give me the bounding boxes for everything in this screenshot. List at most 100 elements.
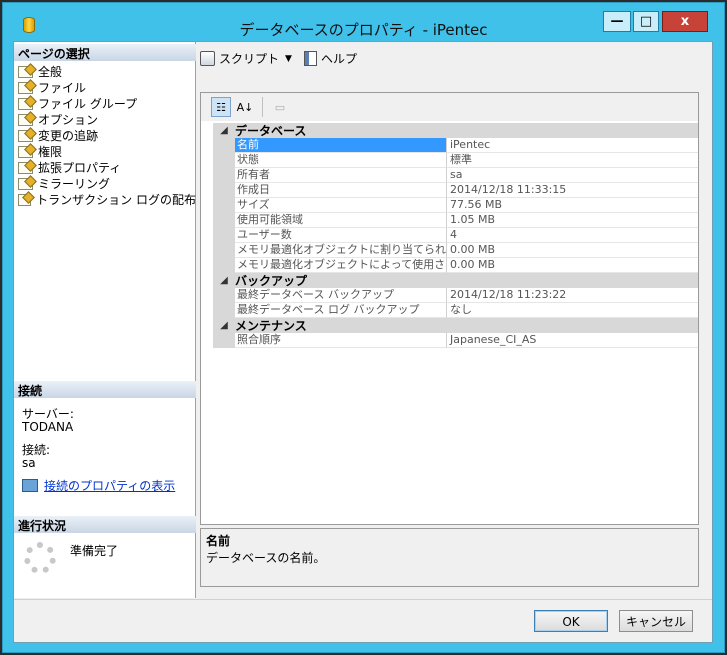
description-text: データベースの名前。 [206,551,326,565]
property-row[interactable]: サイズ 77.56 MB [213,198,698,213]
help-icon [303,51,317,66]
page-item[interactable]: 変更の追跡 [14,128,196,144]
property-name[interactable]: 所有者 [235,168,447,183]
ok-button[interactable]: OK [534,610,608,632]
property-value[interactable]: 1.05 MB [447,213,698,228]
page-item[interactable]: ファイル グループ [14,96,196,112]
property-name[interactable]: 最終データベース バックアップ [235,288,447,303]
property-name[interactable]: 最終データベース ログ バックアップ [235,303,447,318]
row-margin [213,333,235,348]
page-item[interactable]: 権限 [14,144,196,160]
dialog-window: データベースのプロパティ - iPentec — □ x ページの選択 全般 ファ… [2,2,725,653]
row-margin [213,138,235,153]
row-margin [213,228,235,243]
property-name[interactable]: 使用可能領域 [235,213,447,228]
property-row[interactable]: 最終データベース バックアップ 2014/12/18 11:23:22 [213,288,698,303]
category-row[interactable]: ◢ データベース [213,123,698,138]
script-icon [200,51,215,66]
property-name[interactable]: メモリ最適化オブジェクトに割り当てられたメモ! [235,243,447,258]
categorized-icon[interactable]: ☷ [211,97,231,117]
left-panel: ページの選択 全般 ファイル ファイル グループ オプション 変更の追跡 権限 拡張プロパテ… [14,42,196,598]
row-margin [213,183,235,198]
property-row[interactable]: 照合順序 Japanese_CI_AS [213,333,698,348]
alphabetical-icon[interactable]: A↓ [235,97,255,117]
page-item[interactable]: 拡張プロパティ [14,160,196,176]
property-rows: ◢ データベース 名前 iPentec 状態 標準 所有者 sa 作成日 2014/12/18 1… [213,123,698,348]
progress-status: 準備完了 [70,544,119,558]
page-icon [18,162,33,174]
category-row[interactable]: ◢ メンテナンス [213,318,698,333]
collapse-icon[interactable]: ◢ [213,320,235,331]
property-row[interactable]: ユーザー数 4 [213,228,698,243]
button-bar: OK キャンセル [14,599,712,642]
script-button[interactable]: スクリプト ▼ [200,50,298,67]
page-item[interactable]: ミラーリング [14,176,196,192]
property-value[interactable]: 2014/12/18 11:33:15 [447,183,698,198]
property-row[interactable]: 最終データベース ログ バックアップ なし [213,303,698,318]
help-label: ヘルプ [320,52,357,66]
title-bar[interactable]: データベースのプロパティ - iPentec — □ x [3,3,724,39]
toolbar-separator [262,97,263,117]
property-value[interactable]: 0.00 MB [447,243,698,258]
property-value[interactable]: 2014/12/18 11:23:22 [447,288,698,303]
page-item[interactable]: ファイル [14,80,196,96]
page-item-label: ファイル [38,81,87,95]
connection-properties-link[interactable]: 接続のプロパティの表示 [44,477,175,494]
collapse-icon[interactable]: ◢ [213,125,235,136]
property-row[interactable]: メモリ最適化オブジェクトによって使用されるメ:0.00 MB [213,258,698,273]
page-icon [18,194,32,206]
row-margin [213,213,235,228]
property-value[interactable]: iPentec [447,138,698,153]
maximize-button[interactable]: □ [633,11,659,32]
row-margin [213,243,235,258]
property-name[interactable]: サイズ [235,198,447,213]
page-item[interactable]: オプション [14,112,196,128]
category-row[interactable]: ◢ バックアップ [213,273,698,288]
property-name[interactable]: メモリ最適化オブジェクトによって使用されるメ: [235,258,447,273]
property-grid-toolbar: ☷ A↓ ▭ [201,93,698,121]
page-item-label: 全般 [38,65,63,79]
property-row[interactable]: メモリ最適化オブジェクトに割り当てられたメモ!0.00 MB [213,243,698,258]
property-value[interactable]: 標準 [447,153,698,168]
property-value[interactable]: なし [447,303,698,318]
description-title: 名前 [206,534,231,548]
property-name[interactable]: 照合順序 [235,333,447,348]
category-label: バックアップ [235,274,308,288]
page-item-label: トランザクション ログの配布 [36,193,196,207]
property-grid: ☷ A↓ ▭ ◢ データベース 名前 iPentec 状態 標準 所有者 sa 作成日 2014/… [200,92,699,525]
row-margin [213,288,235,303]
page-item[interactable]: トランザクション ログの配布 [14,192,196,208]
property-row[interactable]: 使用可能領域 1.05 MB [213,213,698,228]
row-margin [213,198,235,213]
help-button[interactable]: ヘルプ [303,50,357,67]
page-icon [18,178,33,190]
property-value[interactable]: 77.56 MB [447,198,698,213]
property-pages-icon[interactable]: ▭ [270,97,290,117]
property-row[interactable]: 状態 標準 [213,153,698,168]
row-margin [213,258,235,273]
main-toolbar: スクリプト ▼ ヘルプ [200,50,357,67]
property-value[interactable]: Japanese_CI_AS [447,333,698,348]
progress-header: 進行状況 [14,516,196,533]
property-value[interactable]: 4 [447,228,698,243]
property-row[interactable]: 作成日 2014/12/18 11:33:15 [213,183,698,198]
connection-properties-link-row[interactable]: 接続のプロパティの表示 [22,477,175,494]
script-dropdown-icon[interactable]: ▼ [285,54,292,64]
property-name[interactable]: 名前 [235,138,447,153]
page-item-label: 権限 [38,145,63,159]
property-name[interactable]: 作成日 [235,183,447,198]
property-name[interactable]: ユーザー数 [235,228,447,243]
property-value[interactable]: 0.00 MB [447,258,698,273]
page-item[interactable]: 全般 [14,64,196,80]
minimize-button[interactable]: — [603,11,631,32]
page-icon [18,130,33,142]
close-button[interactable]: x [662,11,708,32]
property-value[interactable]: sa [447,168,698,183]
cancel-button[interactable]: キャンセル [619,610,693,632]
property-name[interactable]: 状態 [235,153,447,168]
category-label: データベース [235,124,307,138]
collapse-icon[interactable]: ◢ [213,275,235,286]
property-row[interactable]: 名前 iPentec [213,138,698,153]
page-item-label: 拡張プロパティ [38,161,122,175]
property-row[interactable]: 所有者 sa [213,168,698,183]
